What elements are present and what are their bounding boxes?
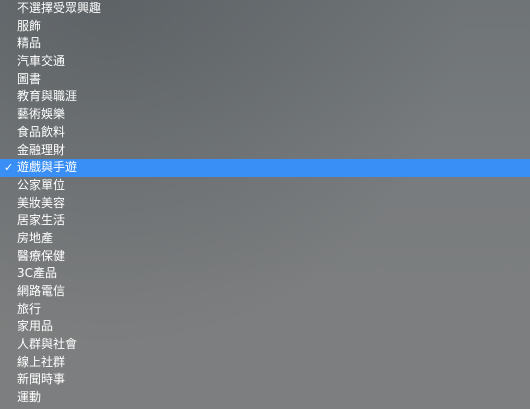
dropdown-option[interactable]: 網路電信 (0, 283, 530, 301)
dropdown-option-label: 不選擇受眾興趣 (17, 1, 102, 15)
dropdown-option[interactable]: 不選擇受眾興趣 (0, 0, 530, 18)
dropdown-option-label: 教育與職涯 (17, 89, 78, 104)
dropdown-option-label: 3C產品 (17, 266, 58, 281)
dropdown-option[interactable]: 圖書 (0, 71, 530, 89)
dropdown-option-label: 房地產 (17, 230, 54, 245)
checkmark-icon: ✓ (4, 161, 14, 175)
dropdown-option-label: 圖書 (17, 71, 42, 86)
dropdown-option[interactable]: 金融理財 (0, 142, 530, 160)
dropdown-option[interactable]: 公家單位 (0, 177, 530, 195)
dropdown-option[interactable]: 新聞時事 (0, 371, 530, 389)
dropdown-option[interactable]: 食品飲料 (0, 124, 530, 142)
dropdown-option-label: 美妝美容 (17, 195, 66, 210)
dropdown-menu: 不選擇受眾興趣 服飾 精品 汽車交通 圖書 教育與職涯 藝術娛樂 食品飲料 金融理財 ✓ 遊戲與手遊… (0, 0, 530, 409)
dropdown-option-label: 人群與社會 (17, 337, 78, 352)
dropdown-option[interactable]: 醫療保健 (0, 248, 530, 266)
dropdown-option-label: 家用品 (17, 319, 54, 334)
dropdown-option-label: 居家生活 (17, 213, 66, 228)
dropdown-option[interactable]: 線上社群 (0, 354, 530, 372)
dropdown-option[interactable]: 家用品 (0, 318, 530, 336)
dropdown-option-label: 藝術娛樂 (17, 107, 66, 122)
dropdown-option[interactable]: 美妝美容 (0, 195, 530, 213)
dropdown-option[interactable]: ✓ 遊戲與手遊 (0, 159, 530, 177)
dropdown-option-label: 公家單位 (17, 177, 66, 192)
dropdown-option[interactable]: 居家生活 (0, 212, 530, 230)
dropdown-option[interactable]: 3C產品 (0, 265, 530, 283)
dropdown-option[interactable]: 服飾 (0, 18, 530, 36)
dropdown-option[interactable]: 房地產 (0, 230, 530, 248)
dropdown-option-label: 新聞時事 (17, 372, 66, 387)
dropdown-option-label: 醫療保健 (17, 248, 66, 263)
dropdown-options-list: 不選擇受眾興趣 服飾 精品 汽車交通 圖書 教育與職涯 藝術娛樂 食品飲料 金融理財 ✓ 遊戲與手遊… (0, 0, 530, 407)
dropdown-option-label: 遊戲與手遊 (17, 160, 78, 175)
dropdown-option-label: 線上社群 (17, 354, 66, 369)
dropdown-option[interactable]: 人群與社會 (0, 336, 530, 354)
dropdown-option-label: 運動 (17, 390, 42, 405)
dropdown-option-label: 網路電信 (17, 284, 66, 298)
dropdown-option-label: 精品 (17, 36, 42, 51)
dropdown-option-label: 旅行 (17, 301, 42, 316)
dropdown-option[interactable]: 藝術娛樂 (0, 106, 530, 124)
dropdown-option-label: 金融理財 (17, 142, 66, 157)
dropdown-option[interactable]: 精品 (0, 35, 530, 53)
dropdown-option[interactable]: 旅行 (0, 301, 530, 319)
dropdown-option-label: 食品飲料 (17, 124, 66, 139)
dropdown-option[interactable]: 運動 (0, 389, 530, 407)
dropdown-option[interactable]: 教育與職涯 (0, 88, 530, 106)
dropdown-option-label: 汽車交通 (17, 54, 66, 69)
dropdown-option[interactable]: 汽車交通 (0, 53, 530, 71)
dropdown-option-label: 服飾 (17, 18, 42, 33)
